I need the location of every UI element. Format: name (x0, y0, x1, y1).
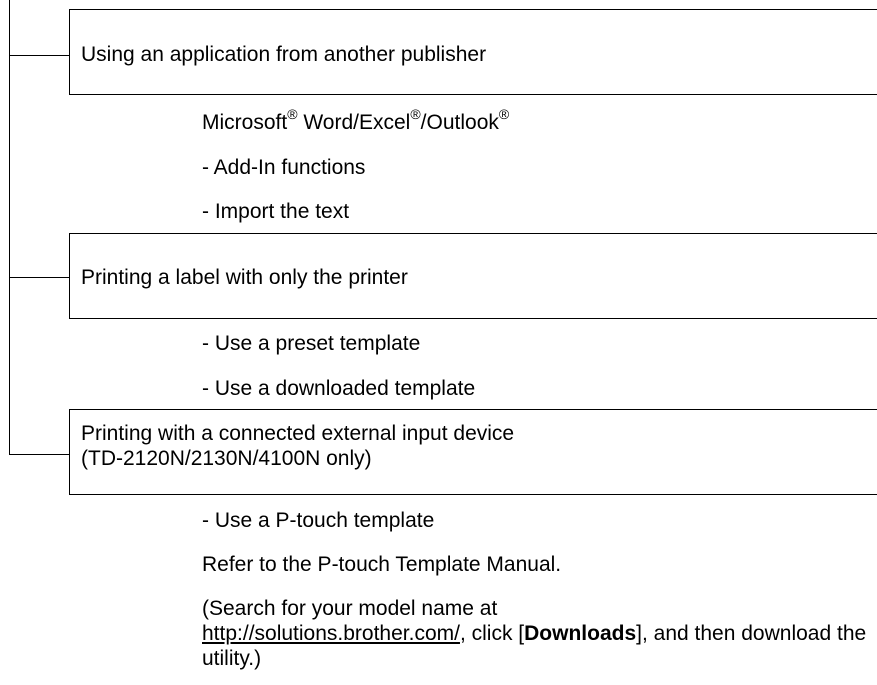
section-box-printer-only: Printing a label with only the printer (69, 233, 877, 319)
section-box-other-publisher: Using an application from another publis… (69, 9, 877, 95)
downloads-label: Downloads (524, 622, 637, 645)
list-item: - Use a preset template (202, 332, 421, 355)
tree-branch-1 (9, 55, 70, 56)
list-item: - Use a downloaded template (202, 377, 476, 400)
list-item: - Use a P-touch template (202, 509, 435, 532)
section-box-external-device: Printing with a connected external input… (69, 409, 877, 495)
tree-branch-3 (9, 454, 70, 455)
list-item: - Add-In functions (202, 156, 366, 179)
section-title-line1: Printing with a connected external input… (81, 422, 515, 445)
download-note: (Search for your model name at http://so… (202, 597, 867, 670)
note-prefix: (Search for your model name at (202, 597, 498, 620)
solutions-link[interactable]: http://solutions.brother.com/ (202, 622, 460, 645)
section-title: Printing a label with only the printer (81, 266, 408, 289)
list-item: - Import the text (202, 200, 350, 223)
section-title: Using an application from another publis… (81, 43, 487, 66)
list-item: Refer to the P-touch Template Manual. (202, 553, 562, 576)
microsoft-office-item: Microsoft® Word/Excel®/Outlook® (202, 106, 510, 134)
section-title-line2: (TD-2120N/2130N/4100N only) (81, 447, 372, 470)
tree-branch-2 (9, 277, 70, 278)
tree-vertical-line (9, 0, 10, 455)
